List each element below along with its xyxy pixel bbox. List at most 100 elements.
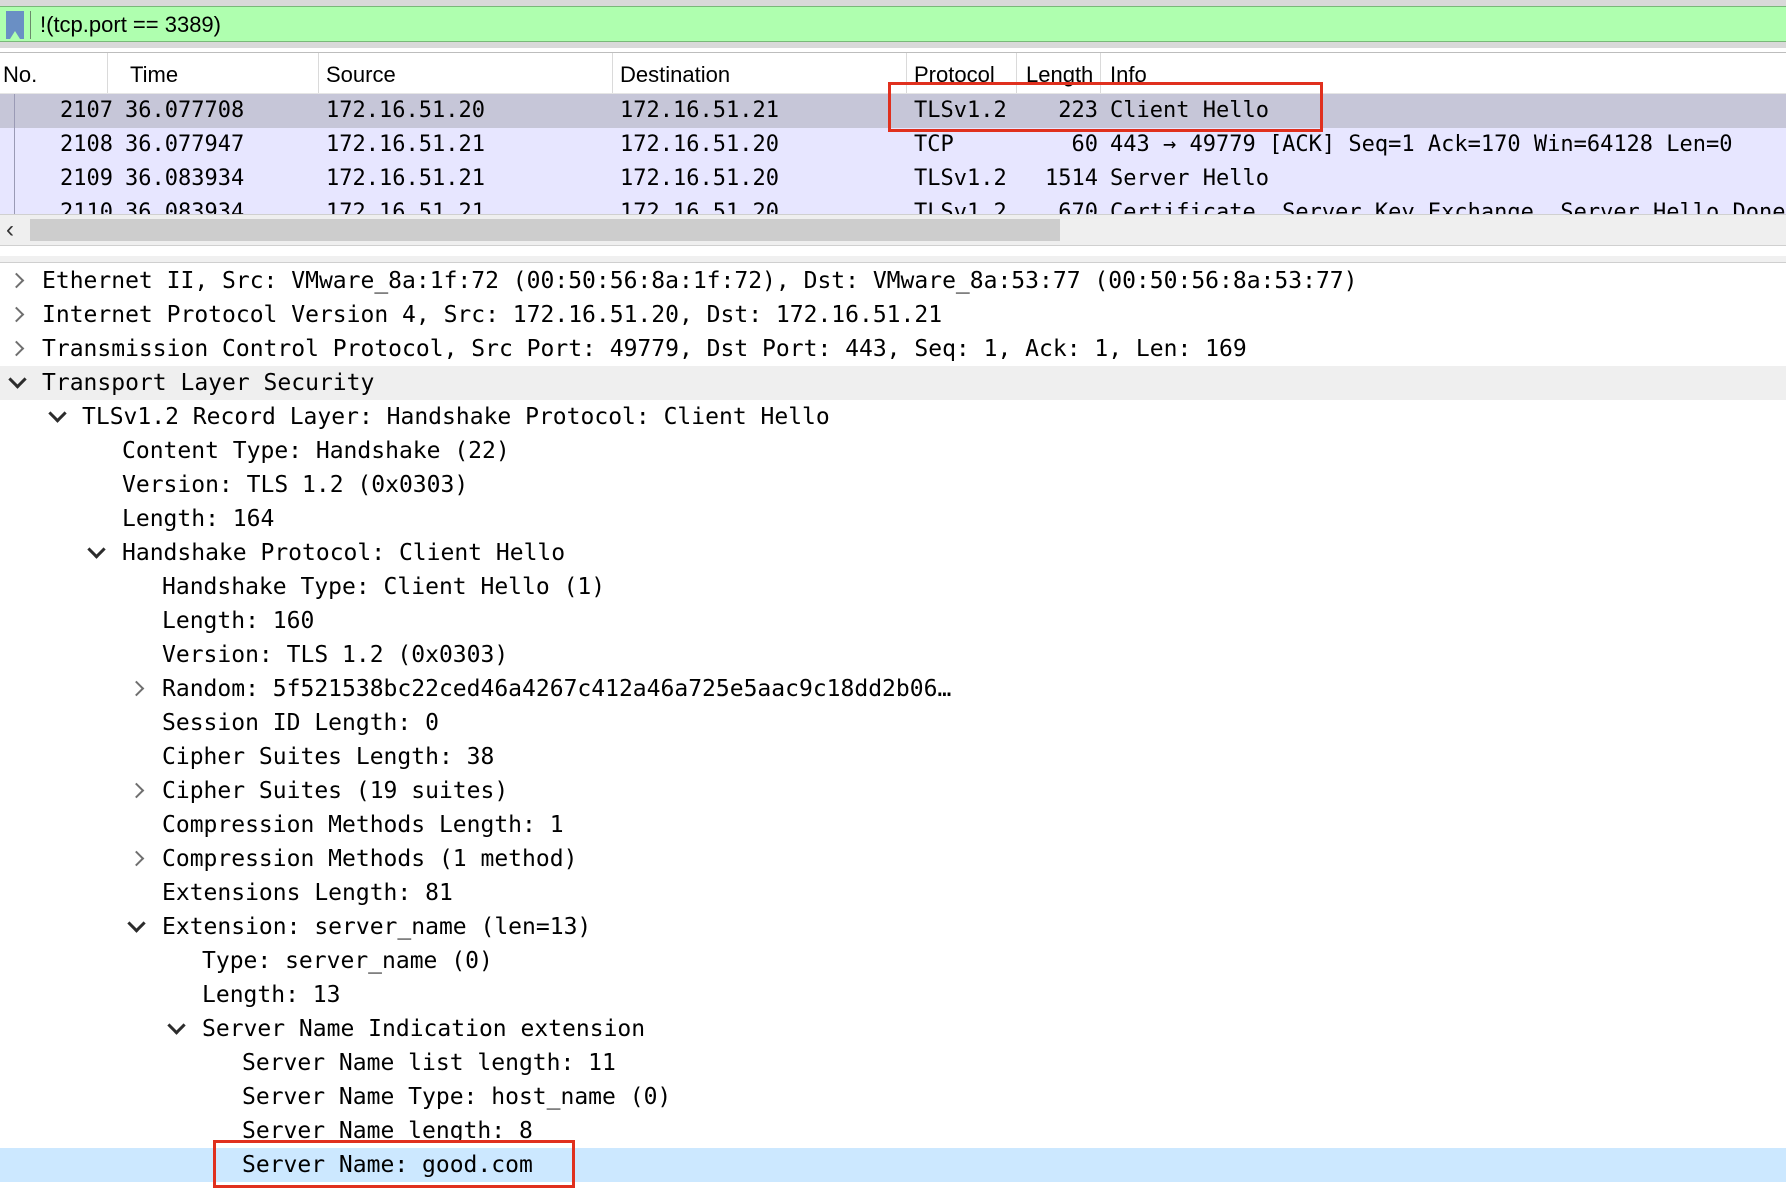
- tree-item-label: Random: 5f521538bc22ced46a4267c412a46a72…: [162, 676, 952, 702]
- tree-item-label: Server Name Indication extension: [202, 1016, 646, 1042]
- packet-source: 172.16.51.20: [326, 98, 485, 123]
- tree-item-tls[interactable]: Transport Layer Security: [0, 366, 1786, 400]
- tree-item-label: Transmission Control Protocol, Src Port:…: [42, 336, 1247, 362]
- tree-item-extension-server-name[interactable]: Extension: server_name (len=13): [0, 910, 1786, 944]
- packet-length: 60: [1071, 132, 1099, 157]
- tree-item-label: Content Type: Handshake (22): [122, 438, 510, 464]
- column-header-time[interactable]: Time: [130, 53, 178, 93]
- tree-item-handshake-type[interactable]: Handshake Type: Client Hello (1): [0, 570, 1786, 604]
- tree-item-content-type[interactable]: Content Type: Handshake (22): [0, 434, 1786, 468]
- tree-item-label: Handshake Protocol: Client Hello: [122, 540, 566, 566]
- expand-arrow-icon[interactable]: [128, 842, 146, 876]
- tree-item-record-layer[interactable]: TLSv1.2 Record Layer: Handshake Protocol…: [0, 400, 1786, 434]
- packet-time: 36.083934: [125, 200, 245, 214]
- packet-length: 1514: [1045, 166, 1098, 191]
- expand-arrow-icon[interactable]: [8, 298, 26, 332]
- tree-item-label: Session ID Length: 0: [162, 710, 439, 736]
- packet-list-scrollbar[interactable]: ‹: [0, 214, 1786, 246]
- pane-splitter[interactable]: [0, 256, 1786, 263]
- tree-item-sni-type[interactable]: Server Name Type: host_name (0): [0, 1080, 1786, 1114]
- packet-no: 2107: [60, 98, 113, 123]
- packet-row[interactable]: 2110 36.083934 172.16.51.21 172.16.51.20…: [0, 196, 1786, 214]
- packet-row[interactable]: 2108 36.077947 172.16.51.21 172.16.51.20…: [0, 128, 1786, 162]
- column-header-destination[interactable]: Destination: [620, 53, 730, 93]
- tree-item-label: Cipher Suites Length: 38: [162, 744, 495, 770]
- collapse-arrow-icon[interactable]: [7, 366, 25, 400]
- packet-time: 36.077947: [125, 132, 245, 157]
- scrollbar-thumb[interactable]: [30, 219, 1060, 241]
- tree-item-label: Cipher Suites (19 suites): [162, 778, 509, 804]
- packet-protocol: TLSv1.2: [914, 200, 1007, 214]
- tree-item-handshake-length[interactable]: Length: 160: [0, 604, 1786, 638]
- tree-item-label: Internet Protocol Version 4, Src: 172.16…: [42, 302, 943, 328]
- tree-item-handshake-version[interactable]: Version: TLS 1.2 (0x0303): [0, 638, 1786, 672]
- tree-item-ext-type[interactable]: Type: server_name (0): [0, 944, 1786, 978]
- tree-item-ext-length[interactable]: Length: 13: [0, 978, 1786, 1012]
- scroll-left-icon[interactable]: ‹: [6, 216, 14, 244]
- tree-item-label: Length: 13: [202, 982, 341, 1008]
- annotation-box-server-name: [213, 1140, 575, 1188]
- packet-destination: 172.16.51.20: [620, 200, 779, 214]
- column-divider[interactable]: [612, 53, 613, 93]
- packet-info: 443 → 49779 [ACK] Seq=1 Ack=170 Win=6412…: [1110, 132, 1733, 157]
- packet-no: 2110: [60, 200, 113, 214]
- row-gutter: [0, 162, 15, 196]
- packet-destination: 172.16.51.21: [620, 98, 779, 123]
- expand-arrow-icon[interactable]: [8, 332, 26, 366]
- tree-item-ethernet[interactable]: Ethernet II, Src: VMware_8a:1f:72 (00:50…: [0, 264, 1786, 298]
- column-header-source[interactable]: Source: [326, 53, 396, 93]
- tree-item-label: Version: TLS 1.2 (0x0303): [162, 642, 509, 668]
- tree-item-sni-list-length[interactable]: Server Name list length: 11: [0, 1046, 1786, 1080]
- packet-source: 172.16.51.21: [326, 132, 485, 157]
- tree-item-label: Length: 164: [122, 506, 275, 532]
- tree-item-handshake-protocol[interactable]: Handshake Protocol: Client Hello: [0, 536, 1786, 570]
- packet-destination: 172.16.51.20: [620, 132, 779, 157]
- filter-text[interactable]: !(tcp.port == 3389): [40, 12, 221, 38]
- tree-item-compression-methods[interactable]: Compression Methods (1 method): [0, 842, 1786, 876]
- tree-item-ipv4[interactable]: Internet Protocol Version 4, Src: 172.16…: [0, 298, 1786, 332]
- tree-item-compression-length[interactable]: Compression Methods Length: 1: [0, 808, 1786, 842]
- tree-item-random[interactable]: Random: 5f521538bc22ced46a4267c412a46a72…: [0, 672, 1786, 706]
- tree-item-label: Server Name list length: 11: [242, 1050, 616, 1076]
- packet-row[interactable]: 2109 36.083934 172.16.51.21 172.16.51.20…: [0, 162, 1786, 196]
- tree-item-label: Ethernet II, Src: VMware_8a:1f:72 (00:50…: [42, 268, 1358, 294]
- tree-item-label: Length: 160: [162, 608, 315, 634]
- tree-item-session-id-length[interactable]: Session ID Length: 0: [0, 706, 1786, 740]
- row-gutter: [0, 94, 15, 128]
- tree-item-label: Extension: server_name (len=13): [162, 914, 592, 940]
- collapse-arrow-icon[interactable]: [86, 536, 104, 570]
- packet-time: 36.083934: [125, 166, 245, 191]
- tree-item-version[interactable]: Version: TLS 1.2 (0x0303): [0, 468, 1786, 502]
- filter-separator: [30, 11, 31, 39]
- column-header-no[interactable]: No.: [3, 53, 37, 93]
- tree-item-cipher-suites-length[interactable]: Cipher Suites Length: 38: [0, 740, 1786, 774]
- tree-item-cipher-suites[interactable]: Cipher Suites (19 suites): [0, 774, 1786, 808]
- packet-details-tree: Ethernet II, Src: VMware_8a:1f:72 (00:50…: [0, 264, 1786, 1190]
- row-gutter: [0, 196, 15, 214]
- bookmark-icon[interactable]: [6, 11, 24, 39]
- packet-no: 2108: [60, 132, 113, 157]
- tree-item-tcp[interactable]: Transmission Control Protocol, Src Port:…: [0, 332, 1786, 366]
- tree-item-label: Compression Methods Length: 1: [162, 812, 564, 838]
- tree-item-extensions-length[interactable]: Extensions Length: 81: [0, 876, 1786, 910]
- collapse-arrow-icon[interactable]: [166, 1012, 184, 1046]
- tree-item-label: Compression Methods (1 method): [162, 846, 578, 872]
- column-divider[interactable]: [107, 53, 108, 93]
- packet-source: 172.16.51.21: [326, 166, 485, 191]
- row-gutter: [0, 128, 15, 162]
- column-divider[interactable]: [318, 53, 319, 93]
- collapse-arrow-icon[interactable]: [126, 910, 144, 944]
- expand-arrow-icon[interactable]: [128, 774, 146, 808]
- tree-item-label: Handshake Type: Client Hello (1): [162, 574, 606, 600]
- expand-arrow-icon[interactable]: [8, 264, 26, 298]
- expand-arrow-icon[interactable]: [128, 672, 146, 706]
- tree-item-label: Server Name Type: host_name (0): [242, 1084, 672, 1110]
- tree-item-label: Version: TLS 1.2 (0x0303): [122, 472, 469, 498]
- display-filter-input[interactable]: !(tcp.port == 3389): [0, 6, 1786, 42]
- display-filter-bar: !(tcp.port == 3389): [0, 0, 1786, 48]
- tree-item-label: Extensions Length: 81: [162, 880, 453, 906]
- tree-item-sni-extension[interactable]: Server Name Indication extension: [0, 1012, 1786, 1046]
- collapse-arrow-icon[interactable]: [47, 400, 65, 434]
- packet-source: 172.16.51.21: [326, 200, 485, 214]
- tree-item-length[interactable]: Length: 164: [0, 502, 1786, 536]
